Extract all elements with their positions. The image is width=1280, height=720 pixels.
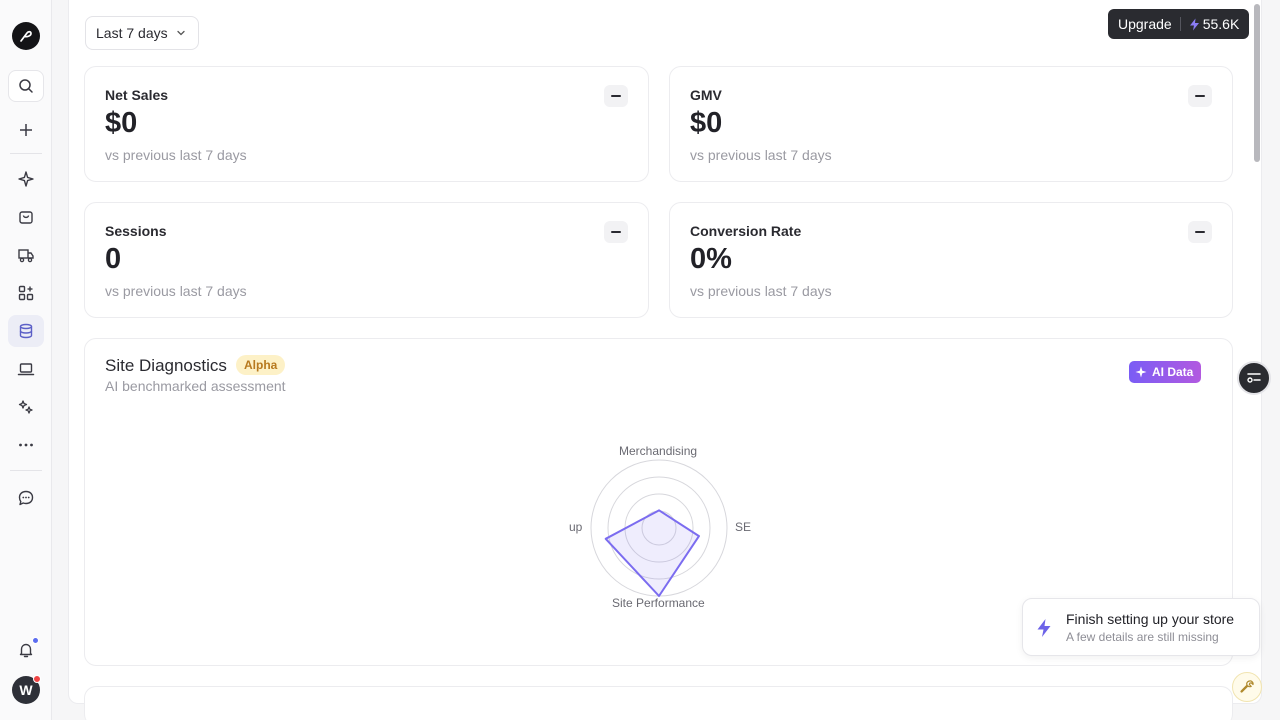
wrench-icon [1240,680,1254,693]
toast-subtitle: A few details are still missing [1066,630,1219,644]
metric-value: 0% [690,243,732,275]
alpha-badge: Alpha [236,355,286,375]
minus-icon [1195,95,1205,97]
metric-title: Net Sales [105,87,169,103]
metric-card-net-sales: Net Sales $0 vs previous last 7 days [84,66,649,182]
metric-value: $0 [690,107,723,139]
metric-comparison: vs previous last 7 days [105,283,247,299]
metric-title: Sessions [105,223,167,239]
minus-icon [611,231,621,233]
radar-axis-label: Merchandising [619,444,698,458]
chevron-down-icon [176,30,185,36]
diagnostics-radar-chart [590,459,728,597]
date-range-select[interactable]: Last 7 days [85,16,199,50]
sidebar: W [0,0,52,720]
metric-card-sessions: Sessions 0 vs previous last 7 days [84,202,649,318]
shopping-bag-icon[interactable] [8,201,44,233]
metric-value: 0 [105,243,122,275]
diagnostics-subtitle: AI benchmarked assessment [105,378,286,394]
search-icon[interactable] [8,70,44,102]
lightning-icon [1189,18,1199,30]
collapse-button[interactable] [1188,85,1212,107]
avatar-status-dot [33,675,41,683]
metric-title: Conversion Rate [690,223,802,239]
sparkle-icon[interactable] [8,163,44,195]
minus-icon [611,95,621,97]
user-avatar[interactable]: W [12,675,41,704]
more-icon[interactable] [8,429,44,461]
notification-dot [32,637,39,644]
radar-axis-label: SE [735,520,752,534]
database-icon[interactable] [8,315,44,347]
metric-comparison: vs previous last 7 days [690,147,832,163]
apps-icon[interactable] [8,277,44,309]
diagnostics-title: Site Diagnostics [105,356,227,375]
radar-axis-label: Site Performance [612,596,705,610]
collapse-button[interactable] [1188,221,1212,243]
collapse-button[interactable] [604,85,628,107]
upgrade-button[interactable]: Upgrade 55.6K [1108,9,1250,39]
laptop-icon[interactable] [8,353,44,385]
toast-title: Finish setting up your store [1066,611,1235,627]
metric-card-gmv: GMV $0 vs previous last 7 days [669,66,1233,182]
chat-icon[interactable] [8,482,44,514]
metric-title: GMV [690,87,722,103]
setup-toast[interactable]: Finish setting up your store A few detai… [1022,598,1260,656]
date-range-label: Last 7 days [96,25,168,41]
truck-icon[interactable] [8,239,44,271]
sparkle-icon [1135,366,1147,378]
plus-icon[interactable] [8,114,44,146]
quick-tasks-button[interactable] [1237,361,1271,395]
radar-axis-label: up [569,520,583,534]
metric-card-conversion-rate: Conversion Rate 0% vs previous last 7 da… [669,202,1233,318]
brand-logo-icon[interactable] [12,22,40,50]
metric-comparison: vs previous last 7 days [690,283,832,299]
metric-value: $0 [105,107,138,139]
minus-icon [1195,231,1205,233]
magic-wand-icon[interactable] [8,391,44,423]
next-card [84,686,1233,720]
lightning-icon [1037,619,1051,637]
dev-tools-button[interactable] [1232,672,1262,702]
credits-balance: 55.6K [1189,16,1239,32]
scrollbar[interactable] [1254,4,1260,162]
metric-comparison: vs previous last 7 days [105,147,247,163]
notification-bell-icon[interactable] [8,634,44,666]
checklist-icon [1247,373,1261,383]
ai-data-badge[interactable]: AI Data [1129,361,1202,383]
collapse-button[interactable] [604,221,628,243]
